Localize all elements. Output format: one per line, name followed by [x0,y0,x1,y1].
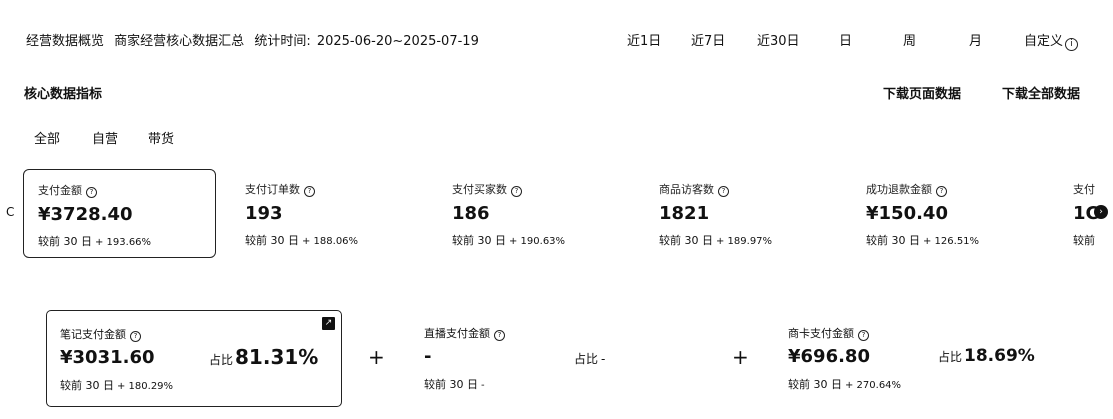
tab-affiliate[interactable]: 带货 [148,128,174,147]
breakdown-card-product-card[interactable]: 商卡支付金额? ¥696.80 占比 18.69% 较前 30 日 + 270.64… [774,310,1074,405]
section-title: 核心数据指标 [24,87,103,102]
metric-value: 1821 [659,203,710,224]
metric-compare-pct: + 193.66% [95,237,152,248]
breakdown-value: ¥696.80 [788,346,870,367]
breakdown-compare-label: 较前 30 日 [424,378,478,391]
share-label: 占比 [574,352,599,366]
metric-compare-pct: + 190.63% [509,236,566,247]
question-icon: ? [718,186,729,197]
breakdown-card-notes[interactable]: ↗ 笔记支付金额? ¥3031.60 占比 81.31% 较前 30 日 + 180… [46,310,342,407]
metric-value: 193 [245,203,283,224]
share-label: 占比 [209,353,234,367]
metric-compare-label: 较前 30 日 [452,234,506,247]
breakdown-compare-pct: + 270.64% [845,380,902,391]
question-icon: ? [858,330,869,341]
metric-card-visitors[interactable]: 商品访客数? 1821 较前 30 日 + 189.97% [645,169,837,256]
metric-label: 商品访客数 [659,183,714,196]
metric-value: 186 [452,203,490,224]
question-icon: ? [494,330,505,341]
range-7d[interactable]: 近7日 [691,30,725,49]
share-value: 18.69% [964,346,1035,366]
tab-all[interactable]: 全部 [34,128,60,147]
expand-corner-icon[interactable]: ↗ [322,317,335,330]
carousel-right-icon[interactable]: › [1094,205,1108,219]
question-icon: ? [304,186,315,197]
metric-compare-pct: + 188.06% [302,236,359,247]
breakdown-compare-pct: + 180.29% [117,381,174,392]
breakdown-label: 直播支付金额 [424,327,490,340]
metric-card-pay-amount[interactable]: 支付金额? ¥3728.40 较前 30 日 + 193.66% [23,169,216,258]
plus-icon: + [368,345,385,369]
share-label: 占比 [938,350,963,364]
question-icon: ? [130,331,141,342]
breakdown-compare-label: 较前 30 日 [788,378,842,391]
tab-self[interactable]: 自营 [92,128,118,147]
metric-compare-pct: + 126.51% [923,236,980,247]
metric-compare-label: 较前 [1073,234,1095,247]
question-icon: ? [86,187,97,198]
share-value: 81.31% [235,345,319,369]
carousel-left-icon[interactable]: C [6,205,14,219]
info-icon: i [1065,38,1079,51]
share-value: - [601,352,606,366]
breakdown-label: 笔记支付金额 [60,328,126,341]
download-all-button[interactable]: 下载全部数据 [1002,83,1080,102]
breakdown-compare-label: 较前 30 日 [60,379,114,392]
period-value: 2025-06-20~2025-07-19 [316,34,479,49]
metric-compare-pct: + 189.97% [716,236,773,247]
question-icon: ? [936,186,947,197]
plus-icon: + [732,345,749,369]
metric-compare-label: 较前 30 日 [866,234,920,247]
metric-value: ¥150.40 [866,203,948,224]
range-custom-label: 自定义 [1024,34,1064,49]
metric-value: ¥3728.40 [38,204,133,225]
metric-card-buyers[interactable]: 支付买家数? 186 较前 30 日 + 190.63% [438,169,630,256]
page-subtitle: 商家经营核心数据汇总 [114,34,245,49]
breakdown-value: - [424,346,432,367]
metric-card-orders[interactable]: 支付订单数? 193 较前 30 日 + 188.06% [231,169,423,256]
range-day[interactable]: 日 [839,30,852,49]
range-month[interactable]: 月 [969,30,982,49]
period-label: 统计时间: [254,34,311,49]
range-1d[interactable]: 近1日 [627,30,661,49]
metric-label: 支付金额 [38,184,82,197]
range-30d[interactable]: 近30日 [757,30,800,49]
breakdown-compare-pct: - [481,380,485,391]
metric-compare-label: 较前 30 日 [245,234,299,247]
page-title: 经营数据概览 [26,34,105,49]
range-week[interactable]: 周 [903,30,916,49]
download-page-button[interactable]: 下载页面数据 [883,83,961,102]
metric-compare-label: 较前 30 日 [38,235,92,248]
question-icon: ? [511,186,522,197]
metric-label: 支付买家数 [452,183,507,196]
metric-card-refund[interactable]: 成功退款金额? ¥150.40 较前 30 日 + 126.51% [852,169,1044,256]
range-custom[interactable]: 自定义 i [1024,30,1079,51]
breakdown-value: ¥3031.60 [60,347,155,368]
metric-label: 支付订单数 [245,183,300,196]
breakdown-label: 商卡支付金额 [788,327,854,340]
metric-compare-label: 较前 30 日 [659,234,713,247]
metric-card-partial[interactable]: 支付 1C 较前 [1059,169,1099,256]
metric-label: 成功退款金额 [866,183,932,196]
page-header: 经营数据概览 商家经营核心数据汇总 统计时间: 2025-06-20~2025-… [26,30,485,49]
metric-label: 支付 [1073,183,1095,196]
breakdown-card-live[interactable]: 直播支付金额? - 占比 - 较前 30 日- [410,310,710,405]
